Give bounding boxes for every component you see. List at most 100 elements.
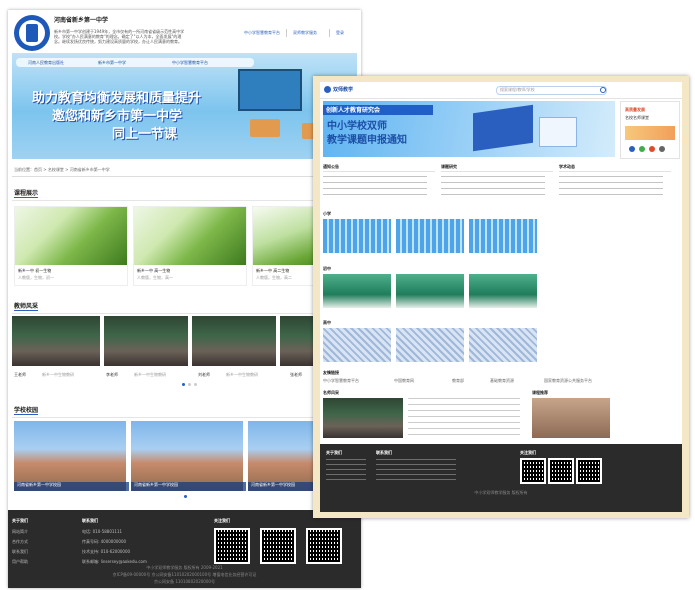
- footer-contact: 联系邮箱: linsersey@aokedu.com: [82, 559, 147, 564]
- course-thumb[interactable]: [323, 328, 391, 362]
- course-thumb[interactable]: [469, 219, 537, 253]
- teacher-name: 刘老师: [198, 372, 210, 377]
- footer-col1-title: 关于我们: [12, 518, 28, 523]
- course-thumb[interactable]: [469, 274, 537, 308]
- banner-laptop-illustration: [473, 104, 533, 152]
- news-list[interactable]: [559, 176, 663, 200]
- news-list[interactable]: [441, 176, 545, 200]
- footer-link[interactable]: 用户帮助: [12, 559, 28, 564]
- social-icon[interactable]: [629, 146, 635, 152]
- footer-col-title: 联系我们: [376, 450, 392, 455]
- course-video[interactable]: [532, 398, 610, 438]
- course-card[interactable]: 新乡一中 高一生物 人教版，生物，高一: [133, 206, 247, 286]
- footer-link[interactable]: 联系我们: [12, 549, 28, 554]
- search-input[interactable]: 搜索课程/教师/学校: [496, 86, 607, 95]
- news-list[interactable]: [323, 176, 427, 200]
- friend-link[interactable]: 教育部: [452, 378, 464, 383]
- divider: [286, 29, 287, 37]
- news-col-title: 课题研究: [441, 164, 457, 169]
- bottom-title: 课程推荐: [532, 390, 548, 395]
- footer-copyright: 中小学双师教学服务 版权所有 2009-2021: [146, 565, 223, 570]
- social-icon[interactable]: [649, 146, 655, 152]
- qr-code: [260, 528, 296, 564]
- row-title: 初中: [323, 266, 331, 271]
- qr-code: [214, 528, 250, 564]
- brand-logo-icon: [324, 86, 331, 93]
- qr-code: [576, 458, 602, 484]
- side-card-line2: 名校名师课堂: [625, 115, 649, 120]
- banner-line-2: 中小学校双师: [327, 121, 387, 132]
- course-sub: 人教版，生物，高二: [256, 275, 292, 280]
- section-title-campus: 学校校园: [14, 407, 39, 414]
- campus-caption: 河南省新乡第一中学校园: [14, 482, 129, 491]
- teacher-name: 李老师: [106, 372, 118, 377]
- hero-banner[interactable]: 河南人民教育出版社 新乡市第一中学 中小学智慧教育平台 助力教育均衡发展和质量提…: [12, 53, 357, 159]
- left-page-screenshot: 河南省新乡第一中学 新乡市第一中学创建于1949年，全市仅有的一所河南省省级示范…: [8, 10, 361, 588]
- carousel-dot[interactable]: [188, 383, 191, 386]
- carousel-dot[interactable]: [194, 383, 197, 386]
- friend-link[interactable]: 中国教育网: [394, 378, 414, 383]
- friend-link[interactable]: 国家教育资源公共服务平台: [544, 378, 592, 383]
- news-area: 通知公告 课题研究 学术动态: [323, 164, 678, 204]
- banner-logo-2: 新乡市第一中学: [98, 60, 126, 65]
- footer-copyright: 中小学双师教学服务 版权所有: [474, 490, 528, 495]
- campus-photo[interactable]: 河南省新乡第一中学校园: [131, 421, 246, 491]
- course-title: 新乡一中 高二生物: [256, 268, 290, 273]
- banner-logo-3: 中小学智慧教育平台: [172, 60, 208, 65]
- teacher-photo[interactable]: [104, 316, 188, 366]
- carousel-dot[interactable]: [184, 495, 187, 498]
- footer-contact: 电话: 010-58801111: [82, 529, 123, 534]
- course-card[interactable]: 新乡一中 初一生物 人教版，生物，初一: [14, 206, 128, 286]
- brand-name[interactable]: 双师教学: [333, 87, 353, 93]
- course-sub: 人教版，生物，初一: [18, 275, 54, 280]
- right-banner[interactable]: 创新人才教育研究会 中小学校双师 教学课题申报通知: [323, 101, 615, 157]
- footer-contact: 传真号码: 4000000000: [82, 539, 127, 544]
- teacher-name: 张老师: [290, 372, 302, 377]
- header-link-service[interactable]: 双师教学服务: [293, 30, 317, 35]
- search-icon[interactable]: [600, 87, 606, 93]
- footer-col3-title: 关注我们: [214, 518, 230, 523]
- section-title-courses: 课程展示: [14, 190, 39, 197]
- friend-link[interactable]: 中小学智慧教育平台: [323, 378, 359, 383]
- campus-photo[interactable]: 河南省新乡第一中学校园: [14, 421, 129, 491]
- course-thumb[interactable]: [396, 274, 464, 308]
- school-logo: [14, 15, 50, 51]
- row-title: 小学: [323, 211, 331, 216]
- footer: 关于我们 网站简介 合作方式 联系我们 用户帮助 联系我们 电话: 010-58…: [8, 510, 361, 588]
- section-title-teachers: 教师风采: [14, 303, 39, 310]
- teacher-photo[interactable]: [192, 316, 276, 366]
- divider: [12, 176, 357, 177]
- course-title: 新乡一中 初一生物: [18, 268, 52, 273]
- course-thumb[interactable]: [396, 219, 464, 253]
- teacher-video[interactable]: [323, 398, 403, 438]
- course-thumb[interactable]: [323, 274, 391, 308]
- banner-desk-illustration: [250, 119, 280, 137]
- course-thumb[interactable]: [323, 219, 391, 253]
- carousel-dot[interactable]: [182, 383, 185, 386]
- header-link-platform[interactable]: 中小学智慧教育平台: [244, 30, 280, 35]
- section-underline: [14, 310, 38, 311]
- side-card-line1: 高质量发展: [625, 107, 645, 112]
- teacher-school: 新乡一中生物教研: [134, 372, 166, 377]
- banner-title-line2: 邀您和新乡市第一中学: [52, 109, 183, 124]
- friend-link[interactable]: 基础教育资源: [490, 378, 514, 383]
- teacher-list[interactable]: [408, 398, 520, 438]
- side-card[interactable]: 高质量发展 名校名师课堂: [620, 101, 680, 159]
- footer-link[interactable]: 合作方式: [12, 539, 28, 544]
- banner-logo-1: 河南人民教育出版社: [28, 60, 64, 65]
- course-thumb[interactable]: [396, 328, 464, 362]
- course-thumb[interactable]: [469, 328, 537, 362]
- banner-title-line3: 同上一节课: [112, 127, 178, 142]
- footer-link[interactable]: 网站简介: [12, 529, 28, 534]
- section-underline: [14, 414, 38, 415]
- footer-col-title: 关于我们: [326, 450, 342, 455]
- social-icon[interactable]: [639, 146, 645, 152]
- social-icon[interactable]: [659, 146, 665, 152]
- teacher-photo[interactable]: [12, 316, 100, 366]
- header-link-login[interactable]: 登录: [336, 30, 344, 35]
- teacher-name: 王老师: [14, 372, 26, 377]
- side-card-image: [625, 126, 675, 140]
- course-title: 新乡一中 高一生物: [137, 268, 171, 273]
- teacher-school: 新乡一中生物教研: [42, 372, 74, 377]
- qr-code: [306, 528, 342, 564]
